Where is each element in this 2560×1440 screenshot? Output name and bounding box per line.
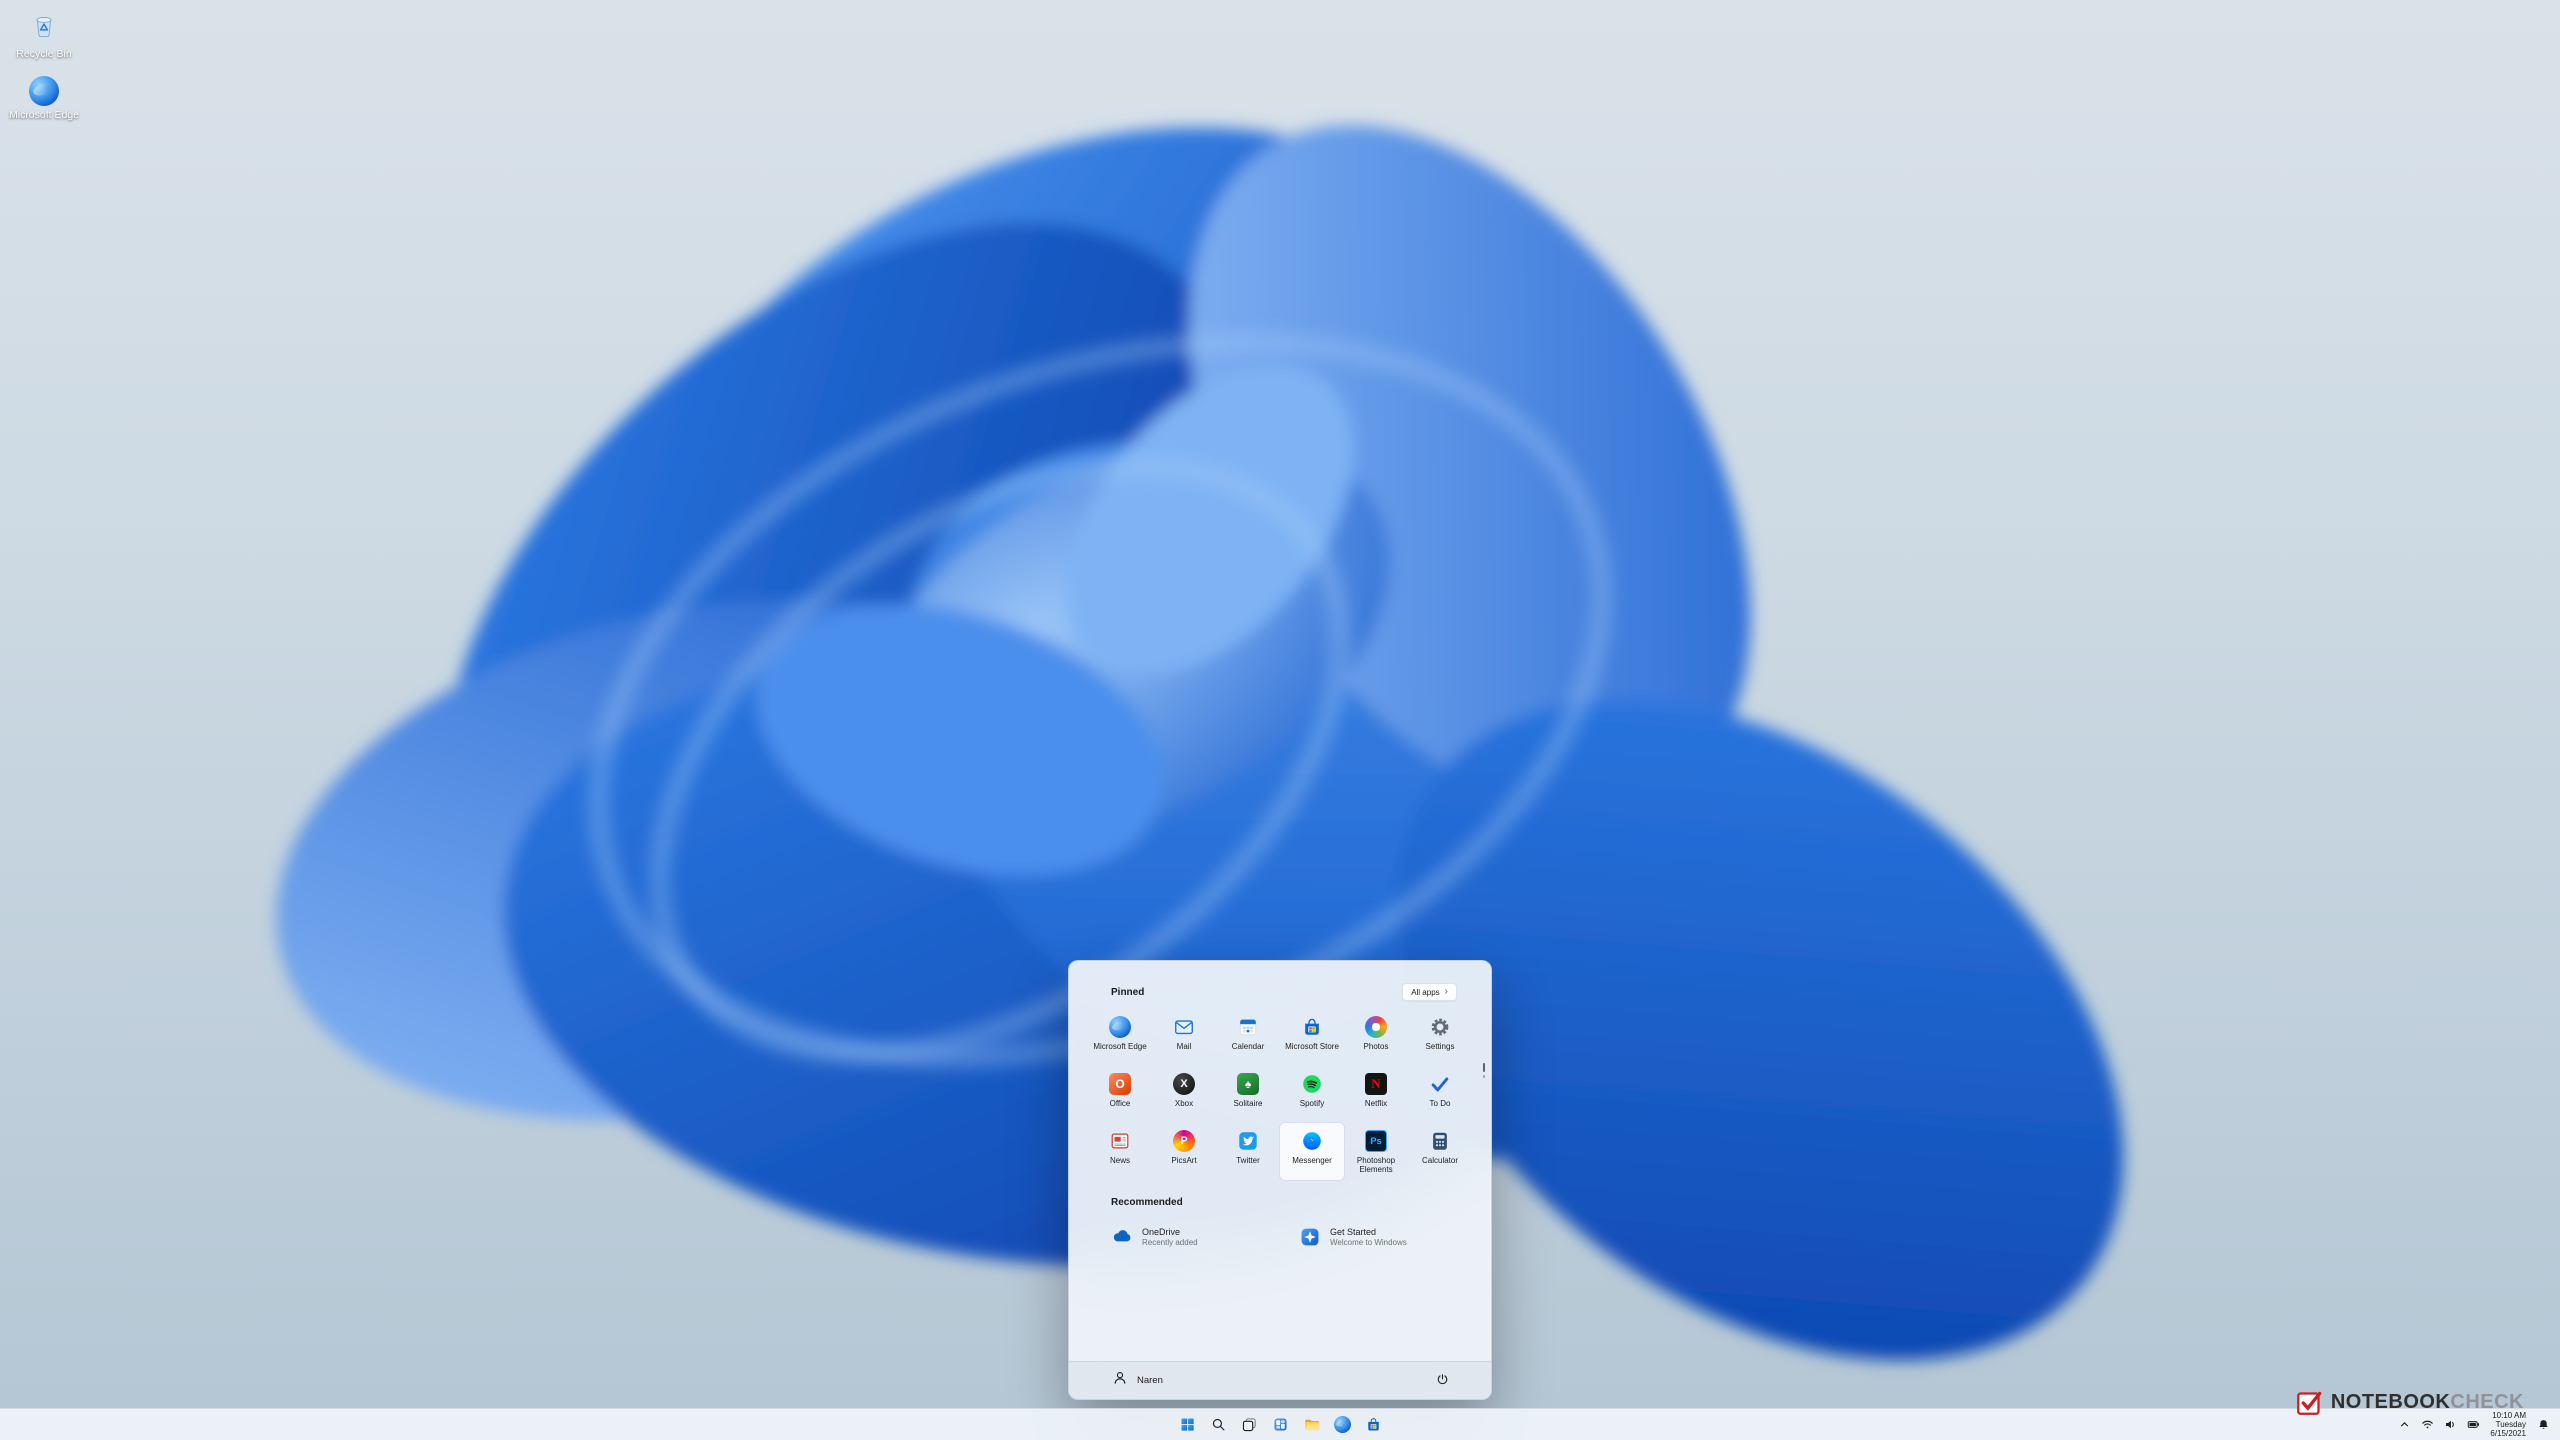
search-icon — [1210, 1416, 1227, 1433]
pinned-header-row: Pinned All apps › — [1069, 961, 1491, 1001]
pinned-app-twitter[interactable]: Twitter — [1216, 1123, 1280, 1180]
speaker-icon — [2444, 1418, 2457, 1431]
pinned-header: Pinned — [1111, 986, 1145, 998]
battery-button[interactable] — [2464, 1413, 2482, 1437]
twitter-icon — [1237, 1130, 1259, 1152]
messenger-icon — [1301, 1130, 1323, 1152]
pagination-dot — [1482, 1075, 1485, 1078]
pinned-app-to-do[interactable]: To Do — [1408, 1066, 1472, 1123]
pinned-app-microsoft-edge[interactable]: Microsoft Edge — [1088, 1009, 1152, 1066]
all-apps-button[interactable]: All apps › — [1402, 983, 1457, 1001]
task-view-button[interactable] — [1236, 1412, 1262, 1438]
user-profile-button[interactable]: Naren — [1105, 1366, 1169, 1395]
onedrive-icon — [1111, 1226, 1133, 1248]
widgets-icon — [1272, 1416, 1289, 1433]
notebookcheck-watermark: NOTEBOOKCHECK — [2296, 1389, 2524, 1416]
pinned-app-photos[interactable]: Photos — [1344, 1009, 1408, 1066]
widgets-button[interactable] — [1267, 1412, 1293, 1438]
pinned-apps-grid: Microsoft Edge Mail Calendar Microsoft S… — [1069, 1009, 1491, 1180]
news-icon — [1109, 1130, 1131, 1152]
xbox-icon — [1173, 1073, 1195, 1095]
get-started-icon — [1299, 1226, 1321, 1248]
desktop-icon-label: Microsoft Edge — [8, 109, 80, 121]
clock-date: 6/15/2021 — [2490, 1429, 2526, 1438]
photoshop-elements-icon — [1365, 1130, 1387, 1152]
volume-button[interactable] — [2441, 1413, 2459, 1437]
store-taskbar-button[interactable] — [1360, 1412, 1386, 1438]
edge-taskbar-button[interactable] — [1329, 1412, 1355, 1438]
start-menu: Pinned All apps › Microsoft Edge Mail Ca… — [1068, 960, 1492, 1400]
all-apps-label: All apps — [1411, 987, 1440, 997]
pinned-app-solitaire[interactable]: Solitaire — [1216, 1066, 1280, 1123]
recommended-header: Recommended — [1111, 1197, 1183, 1208]
pagination-current-dot — [1482, 1063, 1485, 1072]
pinned-app-messenger[interactable]: Messenger — [1280, 1123, 1344, 1180]
power-button[interactable] — [1429, 1368, 1455, 1394]
netflix-icon — [1365, 1073, 1387, 1095]
pinned-app-spotify[interactable]: Spotify — [1280, 1066, 1344, 1123]
calculator-icon — [1429, 1130, 1451, 1152]
settings-icon — [1429, 1016, 1451, 1038]
pinned-app-netflix[interactable]: Netflix — [1344, 1066, 1408, 1123]
pinned-app-calculator[interactable]: Calculator — [1408, 1123, 1472, 1180]
pinned-app-calendar[interactable]: Calendar — [1216, 1009, 1280, 1066]
file-explorer-button[interactable] — [1298, 1412, 1324, 1438]
windows-logo-icon — [1179, 1416, 1196, 1433]
chevron-right-icon: › — [1444, 986, 1448, 997]
pinned-app-microsoft-store[interactable]: Microsoft Store — [1280, 1009, 1344, 1066]
notification-bell-icon — [2537, 1418, 2550, 1431]
recommended-item-get-started[interactable]: Get Started Welcome to Windows — [1299, 1216, 1487, 1258]
clock-day: Tuesday — [2495, 1420, 2526, 1429]
tray-expand-button[interactable] — [2395, 1413, 2413, 1437]
edge-icon — [1109, 1016, 1131, 1038]
pinned-app-settings[interactable]: Settings — [1408, 1009, 1472, 1066]
taskbar-center-buttons — [1174, 1409, 1386, 1440]
picsart-icon — [1173, 1130, 1195, 1152]
notification-button[interactable] — [2534, 1413, 2552, 1437]
store-icon — [1301, 1016, 1323, 1038]
mail-icon — [1173, 1016, 1195, 1038]
pinned-app-mail[interactable]: Mail — [1152, 1009, 1216, 1066]
start-button[interactable] — [1174, 1412, 1200, 1438]
start-menu-footer: Naren — [1069, 1361, 1491, 1399]
task-view-icon — [1241, 1416, 1258, 1433]
edge-icon — [1333, 1416, 1351, 1433]
pinned-app-photoshop-elements[interactable]: Photoshop Elements — [1344, 1123, 1408, 1180]
power-icon — [1435, 1372, 1450, 1390]
wifi-icon — [2421, 1418, 2434, 1431]
recycle-bin-icon — [29, 10, 59, 45]
calendar-icon — [1237, 1016, 1259, 1038]
recommended-item-onedrive[interactable]: OneDrive Recently added — [1111, 1216, 1299, 1258]
desktop-icon-microsoft-edge[interactable]: Microsoft Edge — [6, 76, 82, 121]
todo-icon — [1429, 1073, 1451, 1095]
network-button[interactable] — [2418, 1413, 2436, 1437]
recommended-list: OneDrive Recently added Get Started Welc… — [1069, 1208, 1491, 1258]
battery-icon — [2467, 1418, 2480, 1431]
pinned-pagination[interactable] — [1482, 1063, 1485, 1078]
photos-icon — [1365, 1016, 1387, 1038]
user-name: Naren — [1137, 1375, 1163, 1386]
notebookcheck-logo-icon — [2296, 1389, 2323, 1416]
folder-icon — [1303, 1416, 1320, 1433]
avatar — [1111, 1369, 1129, 1392]
pinned-app-office[interactable]: Office — [1088, 1066, 1152, 1123]
pinned-app-picsart[interactable]: PicsArt — [1152, 1123, 1216, 1180]
office-icon — [1109, 1073, 1131, 1095]
search-button[interactable] — [1205, 1412, 1231, 1438]
watermark-text: NOTEBOOKCHECK — [2330, 1391, 2524, 1413]
store-icon — [1365, 1416, 1382, 1433]
pinned-app-xbox[interactable]: Xbox — [1152, 1066, 1216, 1123]
desktop-icon-recycle-bin[interactable]: Recycle Bin — [6, 10, 82, 60]
chevron-up-icon — [2398, 1418, 2411, 1431]
taskbar: 10:10 AM Tuesday 6/15/2021 — [0, 1408, 2560, 1440]
solitaire-icon — [1237, 1073, 1259, 1095]
pinned-app-news[interactable]: News — [1088, 1123, 1152, 1180]
spotify-icon — [1301, 1073, 1323, 1095]
edge-icon — [29, 76, 59, 106]
desktop-icon-label: Recycle Bin — [16, 48, 72, 60]
